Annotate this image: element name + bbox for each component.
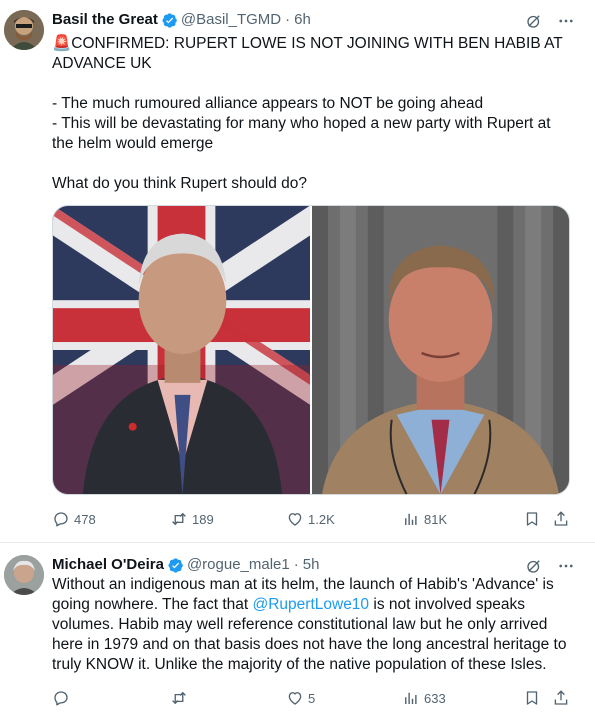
author-handle[interactable]: @rogue_male1 bbox=[187, 555, 290, 575]
tweet[interactable]: Basil the Great @Basil_TGMD · 6h 🚨CONFIR… bbox=[0, 0, 595, 542]
separator-dot: · bbox=[293, 556, 299, 573]
repost-icon bbox=[170, 689, 188, 707]
views-count: 81K bbox=[424, 511, 448, 527]
author-handle[interactable]: @Basil_TGMD bbox=[181, 10, 281, 30]
repost-count: 189 bbox=[192, 511, 214, 527]
timestamp[interactable]: 6h bbox=[294, 10, 311, 30]
tweet-header: Michael O'Deira @rogue_male1 · 5h bbox=[52, 555, 319, 575]
repost-button[interactable] bbox=[170, 688, 192, 708]
avatar[interactable] bbox=[4, 10, 44, 50]
verified-badge-icon bbox=[161, 12, 178, 29]
tweet-text: Without an indigenous man at its helm, t… bbox=[52, 575, 572, 675]
tweet-text: 🚨CONFIRMED: RUPERT LOWE IS NOT JOINING W… bbox=[52, 34, 572, 194]
repost-icon bbox=[170, 510, 188, 528]
more-options-icon[interactable] bbox=[557, 12, 575, 30]
bookmark-icon bbox=[523, 510, 541, 528]
reply-count: 478 bbox=[74, 511, 96, 527]
tweet-header: Basil the Great @Basil_TGMD · 6h bbox=[52, 10, 311, 30]
top-icons bbox=[525, 12, 575, 30]
like-button[interactable]: 5 bbox=[286, 688, 315, 708]
media-grid bbox=[52, 205, 570, 495]
reply-button[interactable] bbox=[52, 688, 74, 708]
bookmark-icon bbox=[523, 689, 541, 707]
views-button[interactable]: 633 bbox=[402, 688, 446, 708]
photo-right-image bbox=[312, 206, 569, 494]
reply-icon bbox=[52, 510, 70, 528]
action-bar: 5 633 bbox=[52, 688, 572, 708]
like-icon bbox=[286, 510, 304, 528]
views-button[interactable]: 81K bbox=[402, 509, 447, 529]
like-count: 5 bbox=[308, 690, 316, 706]
photo-left[interactable] bbox=[53, 206, 310, 494]
reply-icon bbox=[52, 689, 70, 707]
action-bar: 478 189 1.2K 81K bbox=[52, 509, 572, 529]
bookmark-button[interactable] bbox=[523, 509, 541, 529]
like-button[interactable]: 1.2K bbox=[286, 509, 335, 529]
reply-button[interactable]: 478 bbox=[52, 509, 96, 529]
avatar-image bbox=[4, 555, 44, 595]
tweet-headline: 🚨CONFIRMED: RUPERT LOWE IS NOT JOINING W… bbox=[52, 35, 563, 72]
like-icon bbox=[286, 689, 304, 707]
verified-badge-icon bbox=[167, 557, 184, 574]
author-name[interactable]: Michael O'Deira bbox=[52, 555, 164, 575]
repost-button[interactable]: 189 bbox=[170, 509, 214, 529]
separator-dot: · bbox=[285, 11, 291, 28]
avatar[interactable] bbox=[4, 555, 44, 595]
bookmark-button[interactable] bbox=[523, 688, 541, 708]
grok-icon[interactable] bbox=[525, 557, 543, 575]
photo-left-image bbox=[53, 206, 310, 494]
tweet-bullet-2: - This will be devastating for many who … bbox=[52, 115, 551, 152]
views-icon bbox=[402, 689, 420, 707]
grok-icon[interactable] bbox=[525, 12, 543, 30]
timestamp[interactable]: 5h bbox=[303, 555, 320, 575]
avatar-image bbox=[4, 10, 44, 50]
author-name[interactable]: Basil the Great bbox=[52, 10, 158, 30]
share-icon bbox=[552, 689, 570, 707]
photo-right[interactable] bbox=[312, 206, 569, 494]
share-button[interactable] bbox=[552, 688, 570, 708]
top-icons bbox=[525, 557, 575, 575]
views-count: 633 bbox=[424, 690, 446, 706]
share-icon bbox=[552, 510, 570, 528]
like-count: 1.2K bbox=[308, 511, 335, 527]
views-icon bbox=[402, 510, 420, 528]
tweet[interactable]: Michael O'Deira @rogue_male1 · 5h Withou… bbox=[0, 542, 595, 727]
more-options-icon[interactable] bbox=[557, 557, 575, 575]
tweet-bullet-1: - The much rumoured alliance appears to … bbox=[52, 95, 484, 112]
share-button[interactable] bbox=[552, 509, 570, 529]
tweet-question: What do you think Rupert should do? bbox=[52, 175, 308, 192]
mention-link[interactable]: @RupertLowe10 bbox=[253, 596, 370, 613]
